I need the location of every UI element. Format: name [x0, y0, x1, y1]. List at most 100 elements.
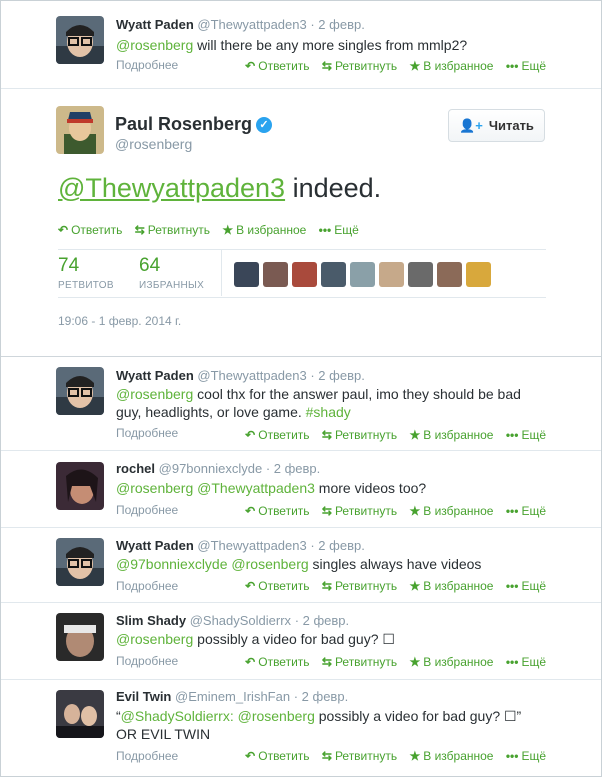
author-handle[interactable]: @Eminem_IrishFan [175, 689, 290, 704]
avatar[interactable] [56, 462, 104, 510]
favorites-stat[interactable]: 64 ИЗБРАННЫХ [139, 255, 204, 291]
favorite-button[interactable]: ★ В избранное [409, 749, 493, 763]
author-name[interactable]: Wyatt Paden [116, 17, 194, 32]
more-dots-icon: ••• [505, 504, 519, 518]
more-button[interactable]: ••• Ещё [506, 749, 546, 763]
mention-link[interactable]: @ShadySoldierrx [121, 708, 230, 724]
reply-tweet[interactable]: Evil Twin @Eminem_IrishFan · 2 февр. “@S… [1, 680, 601, 776]
author-handle[interactable]: @Thewyattpaden3 [197, 17, 306, 32]
author-handle[interactable]: @ShadySoldierrx [190, 613, 291, 628]
retweet-button[interactable]: ⇆ Ретвитнуть [322, 59, 397, 73]
avatar[interactable] [56, 16, 104, 64]
tweet-time[interactable]: · 2 февр. [310, 368, 364, 383]
favorite-button[interactable]: ★ В избранное [409, 655, 493, 669]
favorite-button[interactable]: ★ В избранное [409, 59, 493, 73]
mention-link[interactable]: @rosenberg [231, 556, 308, 572]
reply-tweet[interactable]: Slim Shady @ShadySoldierrx · 2 февр. @ro… [1, 603, 601, 680]
author-handle[interactable]: @Thewyattpaden3 [197, 538, 306, 553]
author-handle[interactable]: @97bonniexclyde [159, 461, 263, 476]
retweets-stat[interactable]: 74 РЕТВИТОВ [58, 255, 114, 291]
details-link[interactable]: Подробнее [116, 426, 178, 440]
mention-link[interactable]: @rosenberg [116, 631, 193, 647]
retweet-button[interactable]: ⇆ Ретвитнуть [322, 749, 397, 763]
reply-button[interactable]: ↶ Ответить [245, 655, 309, 669]
author-name[interactable]: Wyatt Paden [116, 368, 194, 383]
reply-button[interactable]: ↶ Ответить [245, 59, 309, 73]
more-button[interactable]: ••• Ещё [506, 59, 546, 73]
reply-button[interactable]: ↶ Ответить [245, 428, 309, 442]
more-button[interactable]: ••• Ещё [506, 579, 546, 593]
tweet-timestamp[interactable]: 19:06 - 1 февр. 2014 г. [58, 314, 181, 328]
favoriter-avatar[interactable] [234, 262, 259, 287]
author-name[interactable]: Wyatt Paden [116, 538, 194, 553]
more-button[interactable]: ••• Ещё [506, 655, 546, 669]
retweet-button[interactable]: ⇆ Ретвитнуть [135, 223, 210, 237]
tweet-time[interactable]: · 2 февр. [266, 461, 320, 476]
more-button[interactable]: ••• Ещё [506, 428, 546, 442]
favoriter-avatar[interactable] [263, 262, 288, 287]
retweet-button[interactable]: ⇆ Ретвитнуть [322, 655, 397, 669]
mention-link[interactable]: @rosenberg [116, 37, 193, 53]
avatar[interactable] [56, 613, 104, 661]
favorite-button[interactable]: ★ В избранное [222, 223, 306, 237]
reply-icon: ↶ [245, 655, 256, 669]
tweet-body: will there be any more singles from mmlp… [193, 37, 468, 53]
retweet-button[interactable]: ⇆ Ретвитнуть [322, 579, 397, 593]
tweet-time[interactable]: · 2 февр. [310, 17, 364, 32]
favorite-button[interactable]: ★ В избранное [409, 428, 493, 442]
mention-link[interactable]: @rosenberg [238, 708, 315, 724]
star-icon: ★ [222, 223, 234, 237]
tweet-time[interactable]: · 2 февр. [294, 689, 348, 704]
mention-link[interactable]: @97bonniexclyde [116, 556, 228, 572]
reply-tweet[interactable]: rochel @97bonniexclyde · 2 февр. @rosenb… [1, 451, 601, 528]
favoriter-avatar[interactable] [379, 262, 404, 287]
details-link[interactable]: Подробнее [116, 579, 178, 593]
more-button[interactable]: ••• Ещё [319, 223, 359, 237]
reply-tweet[interactable]: Wyatt Paden @Thewyattpaden3 · 2 февр. @r… [1, 357, 601, 451]
avatar[interactable] [56, 367, 104, 415]
reply-button[interactable]: ↶ Ответить [245, 749, 309, 763]
mention-link[interactable]: @rosenberg [116, 480, 193, 496]
favorite-button[interactable]: ★ В избранное [409, 504, 493, 518]
reply-button[interactable]: ↶ Ответить [58, 223, 122, 237]
star-icon: ★ [409, 579, 421, 593]
favoriter-avatar[interactable] [437, 262, 462, 287]
follow-button[interactable]: 👤+ Читать [448, 109, 545, 142]
avatar[interactable] [56, 538, 104, 586]
reply-button[interactable]: ↶ Ответить [245, 579, 309, 593]
reply-button[interactable]: ↶ Ответить [245, 504, 309, 518]
favoriter-avatar[interactable] [321, 262, 346, 287]
tweet-time[interactable]: · 2 февр. [295, 613, 349, 628]
mention-link[interactable]: @Thewyattpaden3 [58, 173, 285, 203]
mention-link[interactable]: @rosenberg [116, 386, 193, 402]
author-name[interactable]: Evil Twin [116, 689, 171, 704]
author-handle[interactable]: @Thewyattpaden3 [197, 368, 306, 383]
avatar[interactable] [56, 106, 104, 154]
details-link[interactable]: Подробнее [116, 503, 178, 517]
retweet-button[interactable]: ⇆ Ретвитнуть [322, 504, 397, 518]
reply-tweet[interactable]: Wyatt Paden @Thewyattpaden3 · 2 февр. @9… [1, 528, 601, 603]
more-dots-icon: ••• [318, 223, 332, 237]
favoriter-avatar[interactable] [350, 262, 375, 287]
retweet-button[interactable]: ⇆ Ретвитнуть [322, 428, 397, 442]
favoriter-avatar[interactable] [408, 262, 433, 287]
reply-icon: ↶ [245, 428, 256, 442]
author-name[interactable]: rochel [116, 461, 155, 476]
more-button[interactable]: ••• Ещё [506, 504, 546, 518]
tweet-text: @Thewyattpaden3 indeed. [58, 173, 381, 204]
mention-link[interactable]: @Thewyattpaden3 [197, 480, 315, 496]
hashtag-link[interactable]: #shady [306, 404, 351, 420]
favorite-button[interactable]: ★ В избранное [409, 579, 493, 593]
tweet-time[interactable]: · 2 февр. [310, 538, 364, 553]
details-link[interactable]: Подробнее [116, 749, 178, 763]
avatar[interactable] [56, 690, 104, 738]
author-name[interactable]: Slim Shady [116, 613, 186, 628]
details-link[interactable]: Подробнее [116, 654, 178, 668]
tweet-wyatt-top[interactable]: Wyatt Paden @Thewyattpaden3 · 2 февр. @r… [1, 1, 601, 88]
author-handle[interactable]: @rosenberg [115, 136, 192, 152]
favoriter-avatar[interactable] [292, 262, 317, 287]
tweet-actions: ↶ Ответить ⇆ Ретвитнуть ★ В избранное ••• Ещ… [236, 655, 546, 669]
favoriter-avatar[interactable] [466, 262, 491, 287]
details-link[interactable]: Подробнее [116, 58, 178, 72]
author-name[interactable]: Paul Rosenberg ✓ [115, 114, 273, 135]
